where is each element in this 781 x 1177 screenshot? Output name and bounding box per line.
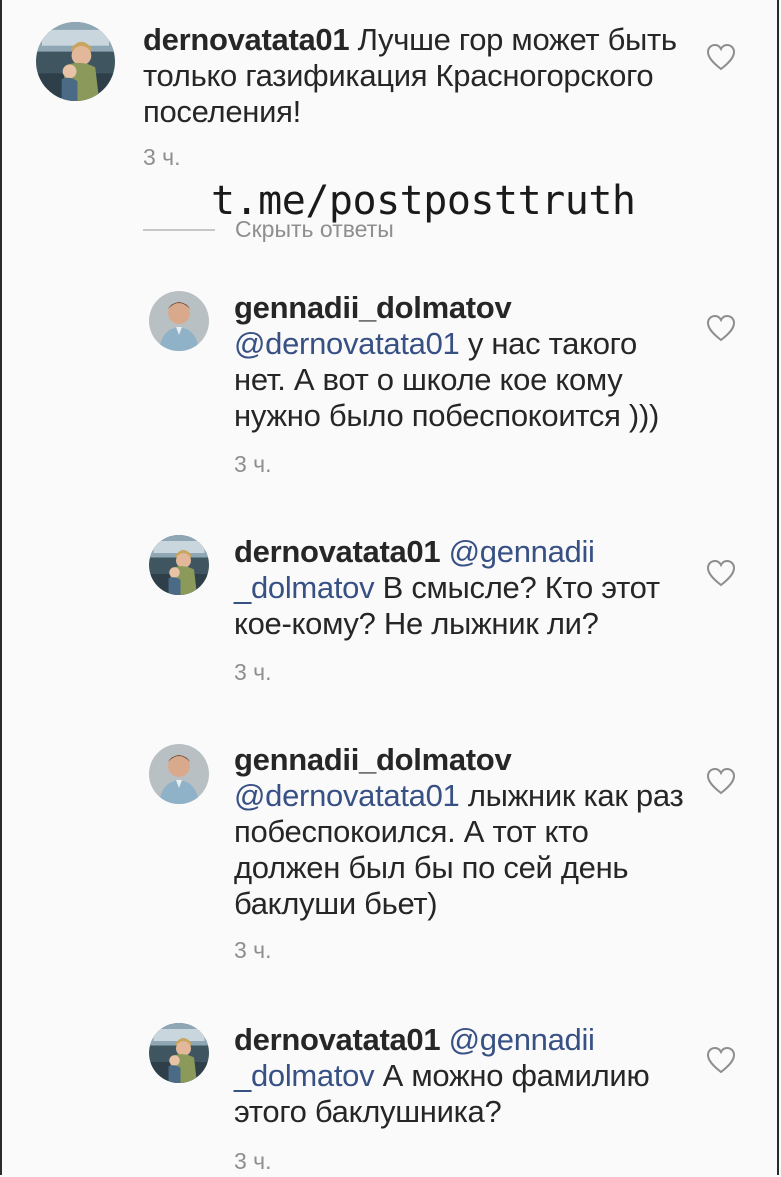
comment-mention[interactable]: @dernovatata01 xyxy=(234,326,460,361)
comment-username[interactable]: gennadii_dolmatov xyxy=(234,742,512,777)
comment-username[interactable]: gennadii_dolmatov xyxy=(234,290,512,325)
hide-replies-button[interactable]: Скрыть ответы xyxy=(235,216,394,243)
like-button[interactable] xyxy=(706,559,736,587)
comment-body: dernovatata01 @gennadii _dolmatov В смыс… xyxy=(234,534,684,642)
avatar-photo-icon xyxy=(149,535,209,595)
avatar[interactable] xyxy=(149,744,209,804)
heart-outline-icon xyxy=(706,767,736,795)
heart-outline-icon xyxy=(706,559,736,587)
like-button[interactable] xyxy=(706,767,736,795)
comment-body: dernovatata01 Лучше гор может быть тольк… xyxy=(143,22,683,130)
avatar-photo-icon xyxy=(149,1023,209,1083)
hide-replies-divider xyxy=(143,229,215,231)
avatar[interactable] xyxy=(149,291,209,351)
comment-username[interactable]: dernovatata01 xyxy=(234,1022,441,1057)
avatar-photo-icon xyxy=(149,744,209,804)
comment-timestamp: 3 ч. xyxy=(234,937,272,963)
heart-outline-icon xyxy=(706,1046,736,1074)
avatar[interactable] xyxy=(149,535,209,595)
heart-outline-icon xyxy=(706,314,736,342)
heart-outline-icon xyxy=(706,43,736,71)
comment-timestamp: 3 ч. xyxy=(234,1148,272,1174)
comment-timestamp: 3 ч. xyxy=(234,659,272,685)
comment-body: gennadii_dolmatov @dernovatata01 лыжник … xyxy=(234,742,684,922)
comment-timestamp: 3 ч. xyxy=(143,144,181,170)
like-button[interactable] xyxy=(706,1046,736,1074)
comment-body: dernovatata01 @gennadii _dolmatov А можн… xyxy=(234,1022,684,1130)
comment-username[interactable]: dernovatata01 xyxy=(234,534,441,569)
comment-timestamp: 3 ч. xyxy=(234,451,272,477)
avatar[interactable] xyxy=(36,22,115,101)
comment-username[interactable]: dernovatata01 xyxy=(143,22,350,57)
like-button[interactable] xyxy=(706,43,736,71)
avatar-photo-icon xyxy=(36,22,115,101)
comment-mention[interactable]: @dernovatata01 xyxy=(234,778,460,813)
avatar-photo-icon xyxy=(149,291,209,351)
avatar[interactable] xyxy=(149,1023,209,1083)
like-button[interactable] xyxy=(706,314,736,342)
comment-body: gennadii_dolmatov @dernovatata01 у нас т… xyxy=(234,290,684,434)
